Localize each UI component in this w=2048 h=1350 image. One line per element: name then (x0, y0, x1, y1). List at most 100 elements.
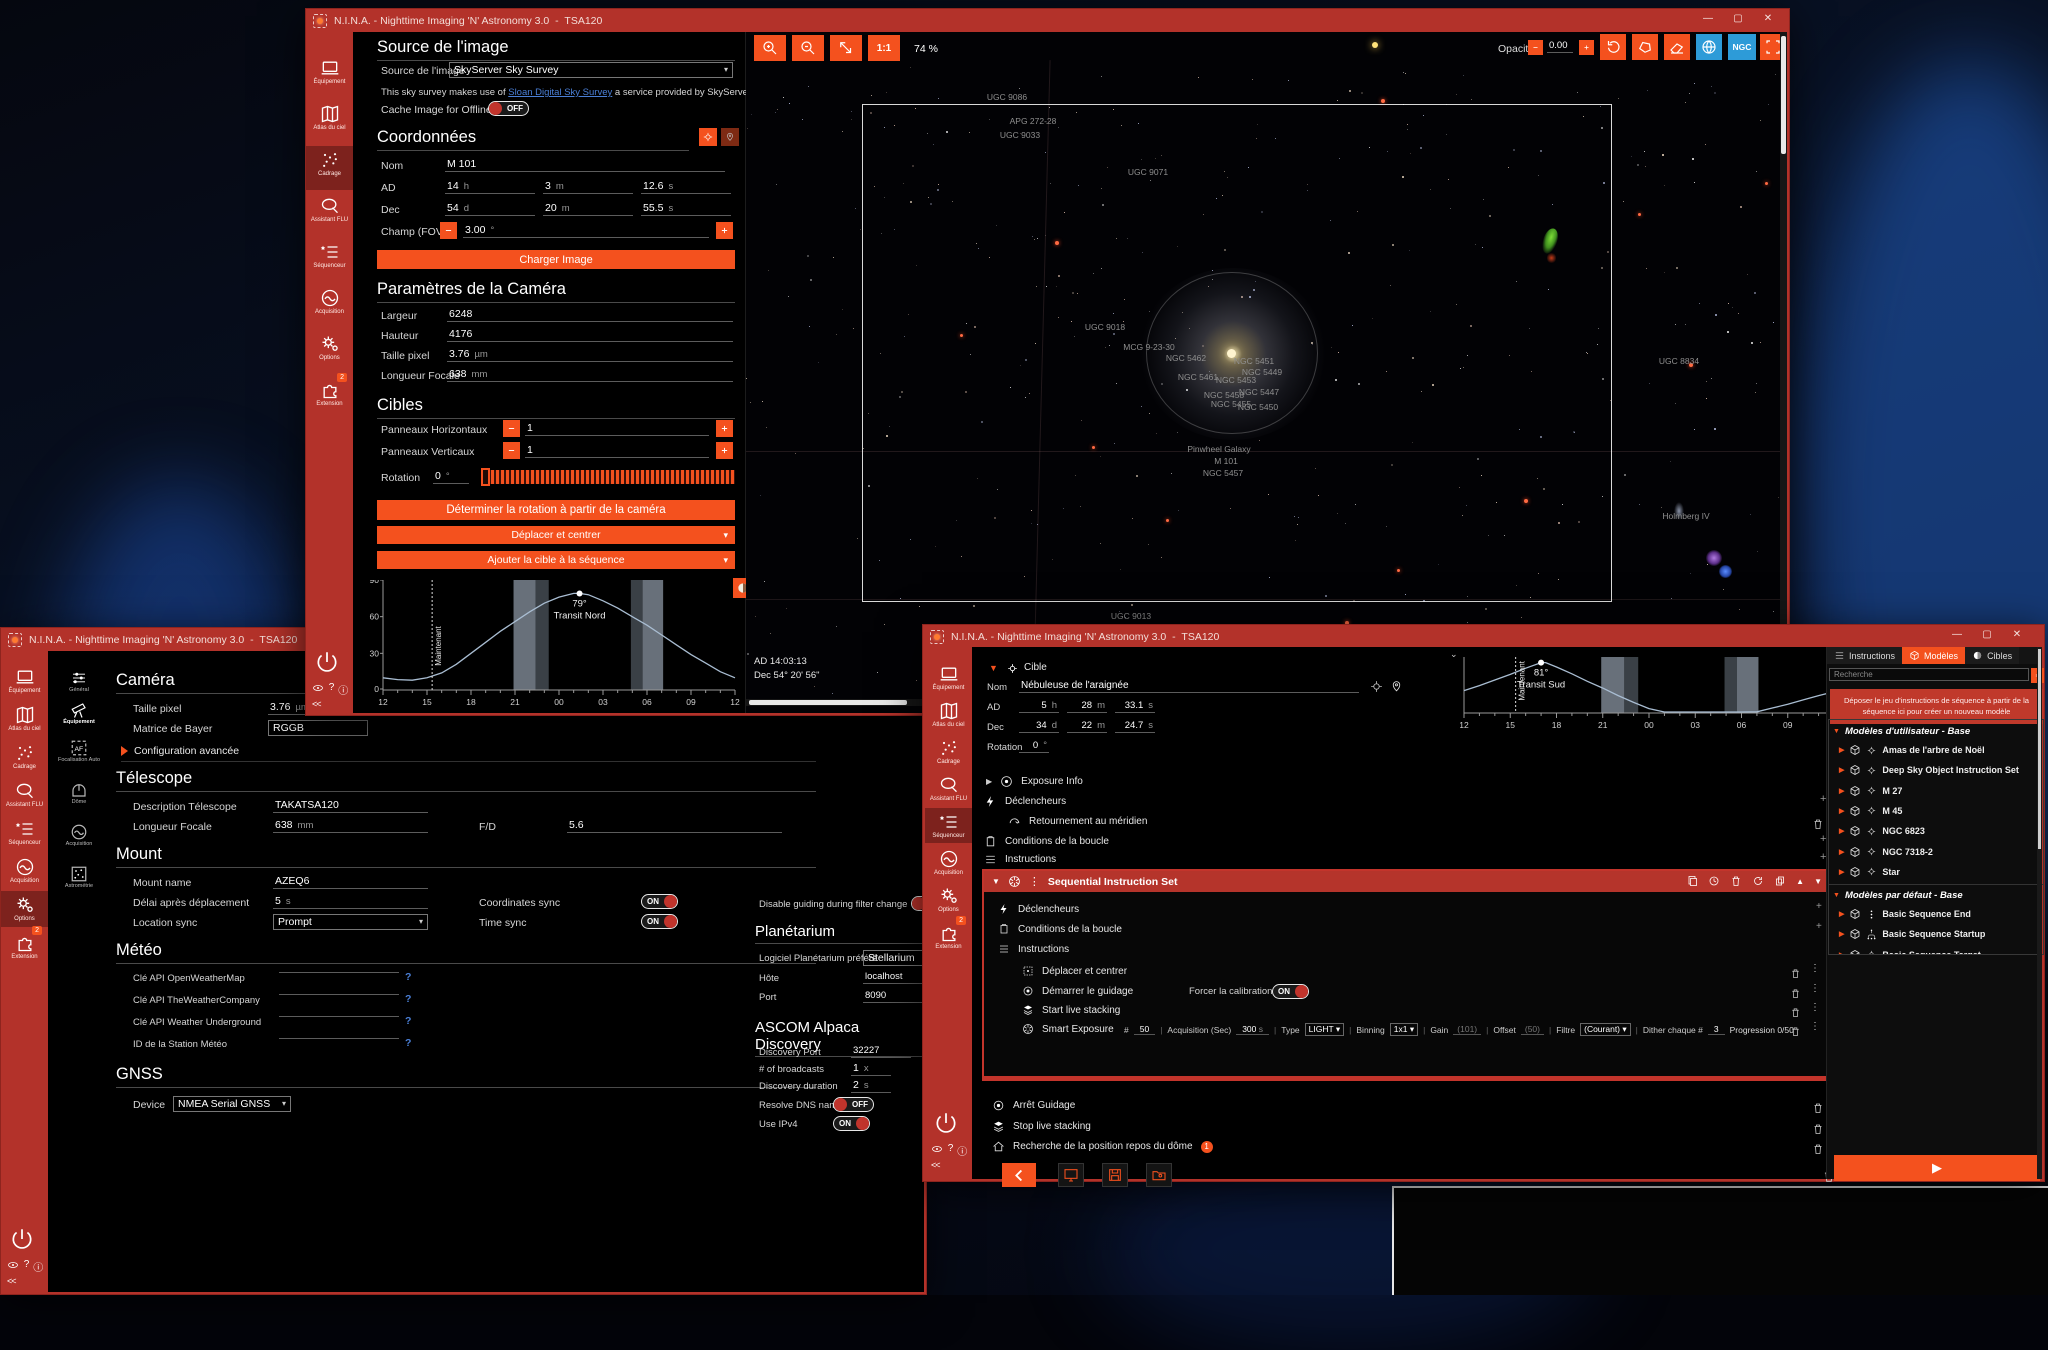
power-button[interactable] (9, 1226, 40, 1257)
instruction-set-header[interactable]: ▼⋮Sequential Instruction Set▲▼ (984, 871, 1830, 892)
help-icon[interactable]: ? (405, 971, 411, 983)
set-expander-icon[interactable]: ▼ (992, 877, 1000, 886)
power-button[interactable] (933, 1110, 964, 1141)
start-sequence-button[interactable]: ▶ (1834, 1155, 2040, 1181)
instruction-row[interactable]: Instructions (998, 943, 1069, 955)
opacity-input[interactable]: 0.00 (1547, 40, 1573, 53)
sequencer-back-button[interactable] (1002, 1163, 1036, 1187)
location-pin-icon[interactable] (1390, 678, 1403, 696)
opacity-decrease-button[interactable] (1528, 40, 1543, 55)
collapse-sidebar-button[interactable]: << (312, 699, 321, 709)
sidebar-item-extension[interactable]: Extension2 (1, 929, 48, 965)
platesolve-overlay-button[interactable] (1696, 34, 1722, 60)
zoom-out-button[interactable] (792, 35, 824, 61)
refresh-button[interactable] (1752, 873, 1764, 891)
sidebar-item-extension[interactable]: Extension2 (306, 376, 353, 420)
power-button[interactable] (314, 649, 345, 680)
camera-largeur-input[interactable]: 6248 (447, 308, 733, 322)
zoom-in-button[interactable] (754, 35, 786, 61)
instruction-row[interactable]: Start live stacking (1022, 1004, 1120, 1016)
sidebar-item-acquisition[interactable]: Acquisition (306, 284, 353, 328)
add-trigger-icon[interactable]: + (1816, 901, 1822, 912)
sequential-instruction-set[interactable]: ▼⋮Sequential Instruction Set▲▼Déclencheu… (982, 869, 1832, 1081)
sequencer-window-controls[interactable]: —▢✕ (1942, 625, 2032, 647)
sidebar-item-extension[interactable]: Extension2 (925, 919, 972, 954)
alpaca-port-input[interactable]: 32227 (851, 1045, 911, 1058)
time-sync-toggle[interactable]: ON (641, 914, 678, 929)
sidebar-item-assistant-flu[interactable]: Assistant FLU (1, 777, 48, 813)
settle-delay-input[interactable]: 5s (273, 895, 428, 909)
target-ra-m-input[interactable]: 28m (1067, 700, 1107, 713)
ra-s-input[interactable]: 12.6s (641, 180, 731, 194)
weather-key-input[interactable] (279, 1015, 399, 1017)
mount-name-input[interactable]: AZEQ6 (273, 875, 428, 889)
telescope-focal-length-input[interactable]: 638mm (273, 819, 428, 833)
action-button-1[interactable]: Déterminer la rotation à partir de la ca… (377, 500, 735, 520)
collapse-sidebar-button[interactable]: << (931, 1160, 940, 1170)
rail-item--quipement[interactable]: Équipement (48, 701, 110, 725)
fit-view-button[interactable] (830, 35, 862, 61)
sequence-row[interactable]: Arrêt Guidage (992, 1099, 1075, 1112)
framing-window-controls[interactable]: —▢✕ (1693, 9, 1783, 31)
sidebar-item-cadrage[interactable]: Cadrage (1, 739, 48, 775)
instruction-row[interactable]: Démarrer le guidage (1022, 985, 1133, 997)
weather-key-input[interactable] (279, 971, 399, 973)
instruction-row[interactable]: Déclencheurs (998, 903, 1079, 915)
template-item[interactable]: ▶Basic Sequence Target (1839, 949, 1981, 955)
panels-decrease-button[interactable] (503, 420, 520, 437)
telescope-description-input[interactable]: TAKATSA120 (273, 799, 428, 813)
target-ra-h-input[interactable]: 5h (1019, 700, 1059, 713)
panels-input[interactable]: 1 (525, 422, 709, 436)
help-button[interactable]: ? (24, 1259, 30, 1274)
alpaca-broadcasts-input[interactable]: 1x (851, 1062, 891, 1076)
target-expander-icon[interactable]: ▼ (989, 663, 998, 673)
panels-increase-button[interactable] (716, 442, 733, 459)
row-menu-icon[interactable]: ⋮ (1810, 963, 1820, 974)
sidebar-item-acquisition[interactable]: Acquisition (925, 845, 972, 880)
template-item[interactable]: ▶Basic Sequence Startup (1839, 928, 1985, 940)
profile-eye-button[interactable] (7, 1259, 20, 1274)
coords-pin-button[interactable] (721, 128, 739, 146)
template-group-header[interactable]: ▼Modèles par défaut - Base (1833, 890, 1963, 901)
move-down-button[interactable]: ▼ (1814, 877, 1822, 886)
template-group-header[interactable]: ▼Modèles d'utilisateur - Base (1833, 726, 1970, 737)
rail-item-focalisation-auto[interactable]: AFFocalisation Auto (48, 739, 110, 763)
close-icon[interactable]: ✕ (2002, 625, 2032, 647)
template-item[interactable]: ▶NGC 7318-2 (1839, 846, 1933, 858)
copy-button[interactable] (1774, 873, 1786, 891)
tab-cibles[interactable]: Cibles (1965, 647, 2019, 664)
rotation-slider-handle[interactable] (481, 468, 490, 486)
weather-key-input[interactable] (279, 993, 399, 995)
sequence-row[interactable]: Conditions de la boucle (984, 835, 1109, 848)
delete-row-button[interactable] (1812, 1120, 1824, 1138)
template-item[interactable]: ▶NGC 6823 (1839, 825, 1925, 837)
help-button[interactable]: ? (948, 1143, 954, 1158)
sidebar-item-atlas-du-ciel[interactable]: Atlas du ciel (925, 697, 972, 732)
slew-icon[interactable] (1370, 678, 1383, 696)
smart-field-select[interactable]: 1x1 ▾ (1390, 1023, 1418, 1036)
template-item[interactable]: ▶Deep Sky Object Instruction Set (1839, 764, 2019, 776)
fov-input[interactable]: 3.00° (463, 224, 709, 238)
info-button[interactable]: ⓘ (33, 1259, 43, 1274)
target-rotation-input[interactable]: 0° (1019, 740, 1049, 753)
framing-titlebar[interactable]: N.I.N.A. - Nighttime Imaging 'N' Astrono… (306, 9, 1789, 32)
camera-longueur-focale-input[interactable]: 638mm (447, 368, 733, 382)
sidebar-item-options[interactable]: Options (1, 891, 48, 927)
ngc-overlay-button[interactable]: NGC (1728, 34, 1756, 60)
sidebar-item-assistant-flu[interactable]: Assistant FLU (306, 192, 353, 236)
camera-taille-pixel-input[interactable]: 3.76µm (447, 348, 733, 362)
ra-h-input[interactable]: 14h (445, 180, 535, 194)
close-icon[interactable]: ✕ (1753, 9, 1783, 31)
target-ra-s-input[interactable]: 33.1s (1115, 700, 1155, 713)
rail-item-d-me[interactable]: Dôme (48, 781, 110, 805)
smart-field-ghost-input[interactable]: (50) (1521, 1024, 1544, 1035)
coords-from-mount-button[interactable] (699, 128, 717, 146)
sidebar-item--quipement[interactable]: Équipement (306, 54, 353, 98)
template-item[interactable]: ▶Amas de l'arbre de Noël (1839, 744, 1985, 756)
set-menu-icon[interactable]: ⋮ (1029, 875, 1040, 888)
opacity-increase-button[interactable] (1579, 40, 1594, 55)
panel-scrollbar-thumb[interactable] (2038, 649, 2041, 849)
gnss-device-select[interactable]: NMEA Serial GNSS▾ (173, 1096, 291, 1112)
sequence-row[interactable]: ▶Exposure Info (986, 775, 1083, 788)
maximize-icon[interactable]: ▢ (1972, 625, 2002, 647)
